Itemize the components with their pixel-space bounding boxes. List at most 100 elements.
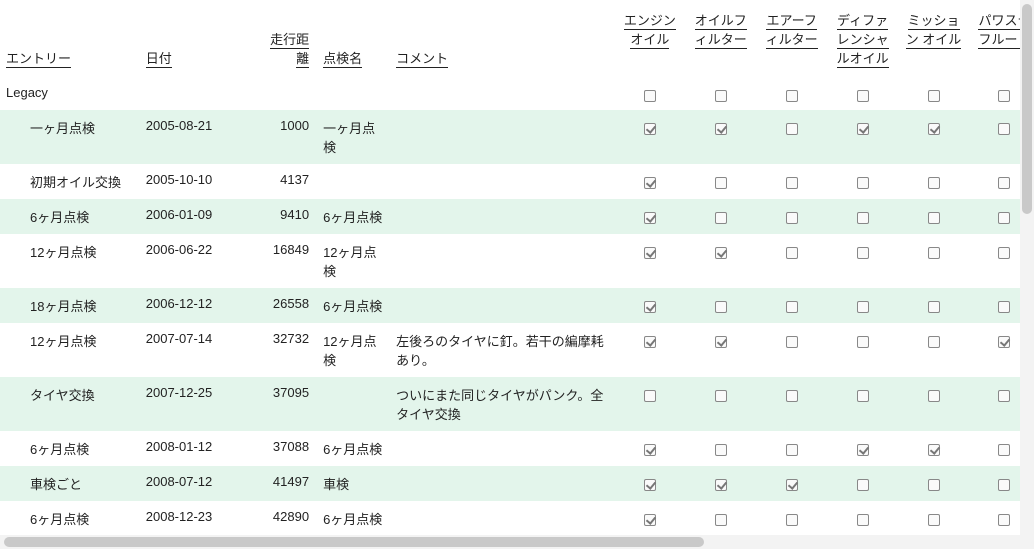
checkbox-icon[interactable]	[644, 177, 656, 189]
checkbox-icon[interactable]	[644, 90, 656, 102]
checkbox-icon[interactable]	[928, 123, 940, 135]
checkbox-icon[interactable]	[928, 479, 940, 491]
checkbox-icon[interactable]	[715, 123, 727, 135]
cell-checkbox	[614, 431, 685, 466]
col-date[interactable]: 日付	[140, 0, 255, 77]
checkbox-icon[interactable]	[786, 247, 798, 259]
col-check-name[interactable]: 点検名	[317, 0, 390, 77]
checkbox-icon[interactable]	[928, 336, 940, 348]
table-row[interactable]: 12ヶ月点検2007-07-143273212ヶ月点検左後ろのタイヤに釘。若干の…	[0, 323, 1034, 377]
col-oil-filter[interactable]: オイルフィルター	[685, 0, 756, 77]
checkbox-icon[interactable]	[998, 390, 1010, 402]
checkbox-icon[interactable]	[715, 390, 727, 402]
checkbox-icon[interactable]	[857, 123, 869, 135]
checkbox-icon[interactable]	[644, 444, 656, 456]
checkbox-icon[interactable]	[998, 479, 1010, 491]
table-row[interactable]: 車検ごと2008-07-1241497車検	[0, 466, 1034, 501]
checkbox-icon[interactable]	[644, 123, 656, 135]
table-row[interactable]: 18ヶ月点検2006-12-12265586ヶ月点検	[0, 288, 1034, 323]
checkbox-icon[interactable]	[715, 301, 727, 313]
checkbox-icon[interactable]	[998, 123, 1010, 135]
cell-checkbox	[827, 466, 898, 501]
checkbox-icon[interactable]	[998, 444, 1010, 456]
checkbox-icon[interactable]	[715, 177, 727, 189]
checkbox-icon[interactable]	[998, 177, 1010, 189]
col-engine-oil[interactable]: エンジンオイル	[614, 0, 685, 77]
checkbox-icon[interactable]	[857, 479, 869, 491]
checkbox-icon[interactable]	[786, 514, 798, 526]
horizontal-scrollbar[interactable]	[0, 535, 1020, 549]
checkbox-icon[interactable]	[644, 514, 656, 526]
table-row[interactable]: 12ヶ月点検2006-06-221684912ヶ月点検	[0, 234, 1034, 288]
checkbox-icon[interactable]	[998, 247, 1010, 259]
table-viewport[interactable]: エントリー 日付 走行距離 点検名 コメント エンジンオイル オイルフィルター …	[0, 0, 1034, 549]
table-row[interactable]: 6ヶ月点検2008-12-23428906ヶ月点検	[0, 501, 1034, 536]
checkbox-icon[interactable]	[857, 514, 869, 526]
checkbox-icon[interactable]	[857, 444, 869, 456]
checkbox-icon[interactable]	[928, 177, 940, 189]
cell-check-name	[317, 377, 390, 431]
checkbox-icon[interactable]	[857, 247, 869, 259]
table-row[interactable]: 一ヶ月点検2005-08-211000一ヶ月点検	[0, 110, 1034, 164]
checkbox-icon[interactable]	[928, 390, 940, 402]
checkbox-icon[interactable]	[857, 177, 869, 189]
checkbox-icon[interactable]	[786, 177, 798, 189]
vertical-scrollbar-thumb[interactable]	[1022, 4, 1032, 214]
col-entry[interactable]: エントリー	[0, 0, 140, 77]
checkbox-icon[interactable]	[857, 301, 869, 313]
checkbox-icon[interactable]	[786, 444, 798, 456]
checkbox-icon[interactable]	[786, 301, 798, 313]
checkbox-icon[interactable]	[715, 247, 727, 259]
cell-check-name	[317, 77, 390, 110]
table-row[interactable]: 6ヶ月点検2008-01-12370886ヶ月点検	[0, 431, 1034, 466]
checkbox-icon[interactable]	[928, 247, 940, 259]
checkbox-icon[interactable]	[644, 390, 656, 402]
checkbox-icon[interactable]	[998, 336, 1010, 348]
checkbox-icon[interactable]	[715, 336, 727, 348]
vertical-scrollbar[interactable]	[1020, 0, 1034, 549]
col-distance[interactable]: 走行距離	[255, 0, 318, 77]
checkbox-icon[interactable]	[928, 212, 940, 224]
checkbox-icon[interactable]	[644, 336, 656, 348]
table-row[interactable]: Legacy	[0, 77, 1034, 110]
checkbox-icon[interactable]	[928, 514, 940, 526]
checkbox-icon[interactable]	[786, 212, 798, 224]
checkbox-icon[interactable]	[928, 90, 940, 102]
checkbox-icon[interactable]	[715, 479, 727, 491]
checkbox-icon[interactable]	[998, 90, 1010, 102]
cell-checkbox	[827, 234, 898, 288]
checkbox-icon[interactable]	[786, 390, 798, 402]
checkbox-icon[interactable]	[857, 90, 869, 102]
col-comment[interactable]: コメント	[390, 0, 614, 77]
checkbox-icon[interactable]	[644, 301, 656, 313]
checkbox-icon[interactable]	[786, 90, 798, 102]
table-row[interactable]: 6ヶ月点検2006-01-0994106ヶ月点検	[0, 199, 1034, 234]
checkbox-icon[interactable]	[857, 390, 869, 402]
cell-check-name	[317, 164, 390, 199]
checkbox-icon[interactable]	[998, 514, 1010, 526]
checkbox-icon[interactable]	[715, 514, 727, 526]
col-mission-oil[interactable]: ミッション オイル	[898, 0, 969, 77]
checkbox-icon[interactable]	[786, 479, 798, 491]
cell-date: 2007-12-25	[140, 377, 255, 431]
cell-checkbox	[614, 234, 685, 288]
checkbox-icon[interactable]	[786, 123, 798, 135]
checkbox-icon[interactable]	[857, 336, 869, 348]
checkbox-icon[interactable]	[998, 212, 1010, 224]
table-row[interactable]: タイヤ交換2007-12-2537095ついにまた同じタイヤがパンク。全タイヤ交…	[0, 377, 1034, 431]
checkbox-icon[interactable]	[928, 444, 940, 456]
checkbox-icon[interactable]	[998, 301, 1010, 313]
checkbox-icon[interactable]	[786, 336, 798, 348]
checkbox-icon[interactable]	[928, 301, 940, 313]
checkbox-icon[interactable]	[644, 247, 656, 259]
col-air-filter[interactable]: エアーフィルター	[756, 0, 827, 77]
table-row[interactable]: 初期オイル交換2005-10-104137	[0, 164, 1034, 199]
col-diff-oil[interactable]: ディファレンシャルオイル	[827, 0, 898, 77]
checkbox-icon[interactable]	[644, 479, 656, 491]
checkbox-icon[interactable]	[715, 212, 727, 224]
checkbox-icon[interactable]	[715, 444, 727, 456]
checkbox-icon[interactable]	[857, 212, 869, 224]
checkbox-icon[interactable]	[715, 90, 727, 102]
horizontal-scrollbar-thumb[interactable]	[4, 537, 704, 547]
checkbox-icon[interactable]	[644, 212, 656, 224]
